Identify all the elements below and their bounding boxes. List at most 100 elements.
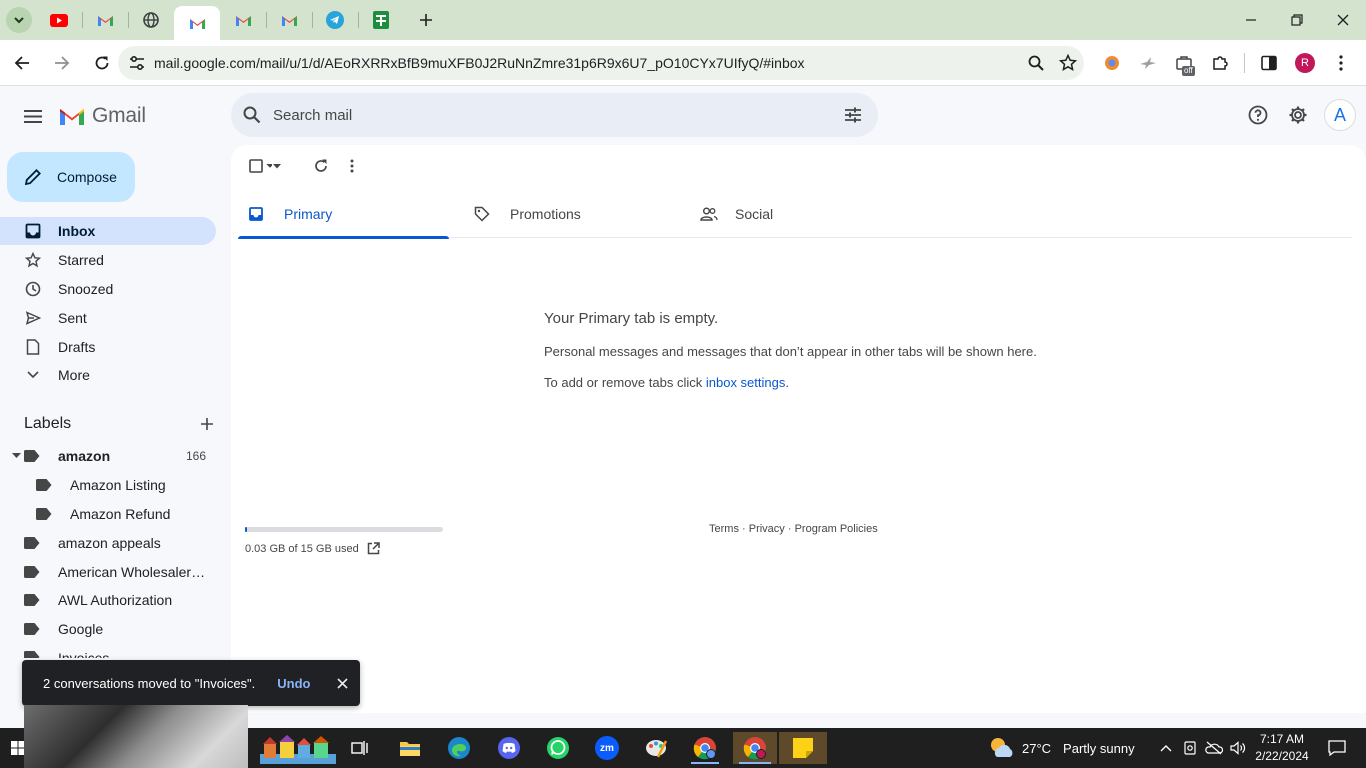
tray-volume-icon[interactable] (1226, 728, 1250, 768)
taskbar-clock[interactable]: 7:17 AM 2/22/2024 (1254, 731, 1310, 765)
browser-tab-gmail-2[interactable] (220, 0, 266, 40)
tab-search-button[interactable] (6, 7, 32, 33)
privacy-link[interactable]: Privacy (749, 523, 785, 535)
extension-orange[interactable] (1094, 46, 1130, 80)
taskbar-paint-app[interactable] (636, 732, 676, 764)
label-item-amazon-appeals[interactable]: amazon appeals (0, 529, 216, 557)
settings-button[interactable] (1278, 95, 1318, 135)
sidebar-item-snoozed[interactable]: Snoozed (0, 275, 216, 303)
label-name: Google (58, 621, 104, 637)
tab-promotions[interactable]: Promotions (464, 190, 675, 238)
taskbar-discord[interactable] (489, 732, 529, 764)
label-item-amazon[interactable]: amazon 166 (0, 442, 216, 470)
sheets-icon (373, 11, 389, 29)
browser-tab-youtube[interactable] (36, 0, 82, 40)
browser-tab-gmail-1[interactable] (82, 0, 128, 40)
label-item-amazon-listing[interactable]: Amazon Listing (0, 471, 216, 499)
program-policies-link[interactable]: Program Policies (795, 523, 878, 535)
more-actions-button[interactable] (337, 153, 367, 179)
extension-off-badge[interactable]: off (1166, 46, 1202, 80)
caret-down-icon[interactable] (12, 453, 22, 459)
display-icon (1184, 741, 1196, 755)
search-input[interactable] (273, 106, 828, 124)
sidebar-item-inbox[interactable]: Inbox (0, 217, 216, 245)
browser-toolbar: mail.google.com/mail/u/1/d/AEoRXRRxBfB9m… (0, 40, 1366, 86)
tray-network-icon[interactable] (1202, 728, 1226, 768)
browser-tab-telegram[interactable] (312, 0, 358, 40)
browser-menu-button[interactable] (1323, 46, 1359, 80)
labels-header: Labels (24, 415, 214, 433)
bookmark-button[interactable] (1052, 54, 1084, 72)
main-menu-button[interactable] (13, 96, 53, 136)
side-panel-button[interactable] (1251, 46, 1287, 80)
google-account-button[interactable]: A (1318, 95, 1358, 135)
extension-bird[interactable] (1130, 46, 1166, 80)
close-window-button[interactable] (1320, 0, 1366, 40)
support-button[interactable] (1238, 95, 1278, 135)
manage-storage-button[interactable] (367, 542, 380, 555)
close-toast-button[interactable] (336, 677, 348, 689)
partly-sunny-icon (991, 738, 1013, 757)
browser-tab-sheets[interactable] (358, 0, 404, 40)
site-info-button[interactable] (120, 56, 154, 70)
tune-icon (130, 56, 144, 70)
label-item-amazon-refund[interactable]: Amazon Refund (0, 500, 216, 528)
label-tag-icon (24, 566, 40, 578)
url-text[interactable]: mail.google.com/mail/u/1/d/AEoRXRRxBfB9m… (154, 55, 1020, 71)
message-icon (1328, 740, 1346, 756)
task-view-button[interactable] (340, 732, 380, 764)
tab-primary[interactable]: Primary (238, 190, 449, 239)
label-item-american-wholesalers[interactable]: American Wholesalers L... (0, 558, 216, 586)
reload-button[interactable] (84, 45, 120, 81)
compose-button[interactable]: Compose (7, 152, 135, 202)
label-item-awl-authorization[interactable]: AWL Authorization (0, 586, 216, 614)
sidebar-item-starred[interactable]: Starred (0, 246, 216, 274)
sidebar-item-sent[interactable]: Sent (0, 304, 216, 332)
weather-widget[interactable]: 27°C Partly sunny (988, 734, 1135, 762)
sidebar-item-label: More (58, 367, 90, 383)
show-hidden-icons-button[interactable] (1154, 728, 1178, 768)
browser-tab-gmail-active[interactable] (174, 6, 220, 40)
search-bar[interactable] (231, 93, 878, 137)
taskbar-file-explorer[interactable] (390, 732, 430, 764)
taskbar-chrome-1[interactable] (685, 732, 725, 764)
toolbar-divider (1244, 53, 1245, 73)
taskbar-sticky-notes[interactable] (779, 732, 827, 764)
back-button[interactable] (4, 45, 40, 81)
tab-social[interactable]: Social (691, 190, 902, 238)
profile-button[interactable]: R (1287, 46, 1323, 80)
gmail-logo[interactable]: Gmail (58, 104, 146, 128)
taskbar-edge[interactable] (439, 732, 479, 764)
terms-link[interactable]: Terms (709, 523, 739, 535)
palette-icon (646, 740, 668, 758)
taskbar-whatsapp[interactable] (538, 732, 578, 764)
taskbar-zoom[interactable]: zm (587, 732, 627, 764)
youtube-icon (50, 13, 68, 27)
tray-display-icon[interactable] (1178, 728, 1202, 768)
taskbar-village-widget[interactable] (258, 732, 338, 764)
zoom-button[interactable] (1020, 55, 1052, 71)
extensions-button[interactable] (1202, 46, 1238, 80)
forward-button[interactable] (44, 45, 80, 81)
address-bar[interactable]: mail.google.com/mail/u/1/d/AEoRXRRxBfB9m… (118, 46, 1084, 80)
minimize-button[interactable] (1228, 0, 1274, 40)
browser-tab-gmail-3[interactable] (266, 0, 312, 40)
select-dropdown-button[interactable] (267, 153, 287, 179)
restore-button[interactable] (1274, 0, 1320, 40)
sidebar-item-more[interactable]: More (0, 361, 216, 389)
inbox-settings-link[interactable]: inbox settings (706, 375, 786, 390)
browser-tab-web[interactable] (128, 0, 174, 40)
label-item-google[interactable]: Google (0, 615, 216, 643)
new-tab-button[interactable] (410, 4, 442, 36)
chevron-down-icon (14, 17, 24, 24)
notification-center-button[interactable] (1320, 728, 1354, 768)
refresh-button[interactable] (301, 153, 341, 179)
arrow-left-icon (14, 55, 29, 70)
taskbar-chrome-2[interactable] (733, 732, 777, 764)
undo-button[interactable]: Undo (277, 676, 310, 691)
create-label-button[interactable] (200, 417, 214, 431)
label-item-invoices[interactable]: Invoices (0, 644, 216, 658)
search-button[interactable] (231, 106, 273, 124)
search-options-button[interactable] (828, 107, 878, 123)
sidebar-item-drafts[interactable]: Drafts (0, 333, 216, 361)
